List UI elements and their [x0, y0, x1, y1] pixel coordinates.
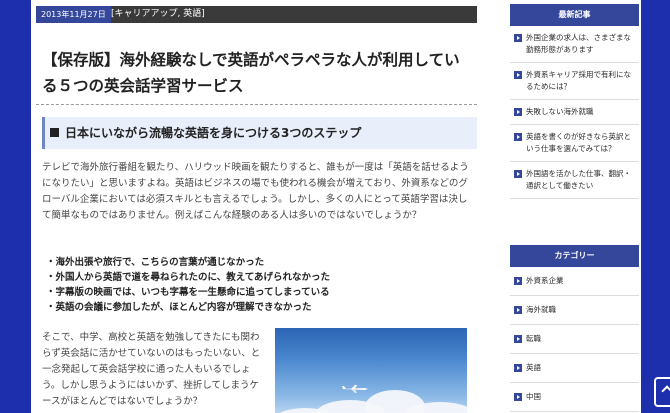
airplane-icon [342, 385, 368, 393]
scroll-to-top-button[interactable] [654, 377, 670, 407]
categories-list: 外資系企業 海外就職 転職 英語 中国 [510, 267, 639, 412]
recent-post-link[interactable]: 外資系キャリア採用で有利になるためには？ [526, 70, 631, 91]
category-item[interactable]: 転職 [510, 325, 639, 354]
square-bullet-icon [50, 128, 59, 137]
arrow-right-icon [514, 277, 522, 285]
recent-post-item[interactable]: 外国企業の求人は、さまざまな勤務形態があります [510, 26, 639, 63]
recent-post-item[interactable]: 外資系キャリア採用で有利になるためには？ [510, 63, 639, 100]
recent-post-link[interactable]: 英語を書くのが好きなら英訳という仕事を選んでみては？ [526, 132, 631, 153]
title-divider [36, 104, 477, 105]
arrow-right-icon [514, 34, 522, 42]
category-link[interactable]: 外資系企業 [526, 276, 564, 285]
main-column: 2013年11月27日 [キャリアアップ, 英語] 【保存版】海外経験なしで英語… [36, 0, 477, 413]
arrow-right-icon [514, 393, 522, 401]
categories-title: カテゴリー [510, 245, 639, 267]
recent-posts-title: 最新記事 [510, 4, 639, 26]
list-item: ・英語の会議に参加したが、ほとんど内容が理解できなかった [46, 302, 312, 313]
post-date: 2013年11月27日 [36, 6, 111, 23]
list-item: ・字幕版の映画では、いつも字幕を一生懸命に追ってしまっている [46, 287, 330, 298]
recent-post-item[interactable]: 失敗しない海外就職 [510, 100, 639, 125]
arrow-right-icon [514, 306, 522, 314]
category-link[interactable]: 英語 [526, 363, 541, 372]
arrow-right-icon [514, 133, 522, 141]
recent-post-link[interactable]: 外国企業の求人は、さまざまな勤務形態があります [526, 33, 631, 54]
recent-post-item[interactable]: 外国語を活かした仕事、翻訳・通訳として働きたい [510, 162, 639, 199]
category-item[interactable]: 海外就職 [510, 296, 639, 325]
post-categories[interactable]: [キャリアアップ, 英語] [111, 6, 205, 23]
recent-posts-widget: 最新記事 外国企業の求人は、さまざまな勤務形態があります 外資系キャリア採用で有… [510, 4, 639, 199]
category-link[interactable]: 海外就職 [526, 305, 556, 314]
page-container: 2013年11月27日 [キャリアアップ, 英語] 【保存版】海外経験なしで英語… [31, 0, 641, 413]
section-heading-text: 日本にいながら流暢な英語を身につける3つのステップ [65, 126, 362, 140]
recent-post-link[interactable]: 外国語を活かした仕事、翻訳・通訳として働きたい [526, 169, 631, 190]
experience-list: ・海外出張や旅行で、こちらの言葉が通じなかった ・外国人から英語で道を尋ねられた… [46, 255, 476, 315]
recent-posts-list: 外国企業の求人は、さまざまな勤務形態があります 外資系キャリア採用で有利になるた… [510, 26, 639, 199]
category-item[interactable]: 中国 [510, 383, 639, 412]
arrow-right-icon [514, 108, 522, 116]
list-item: ・外国人から英語で道を尋ねられたのに、教えてあげられなかった [46, 272, 330, 283]
arrow-right-icon [514, 364, 522, 372]
category-item[interactable]: 英語 [510, 354, 639, 383]
category-link[interactable]: 中国 [526, 392, 541, 401]
list-item: ・海外出張や旅行で、こちらの言葉が通じなかった [46, 257, 265, 268]
sky-airplane-photo [275, 328, 467, 413]
category-item[interactable]: 外資系企業 [510, 267, 639, 296]
arrow-right-icon [514, 170, 522, 178]
section-heading: 日本にいながら流暢な英語を身につける3つのステップ [42, 117, 477, 149]
intro-paragraph: テレビで海外旅行番組を観たり、ハリウッド映画を観たりすると、誰もが一度は「英語を… [42, 162, 469, 221]
post-title: 【保存版】海外経験なしで英語がペラペラな人が利用している５つの英会話学習サービス [42, 51, 460, 95]
categories-widget: カテゴリー 外資系企業 海外就職 転職 英語 中国 [510, 245, 639, 412]
recent-post-item[interactable]: 英語を書くのが好きなら英訳という仕事を選んでみては？ [510, 125, 639, 162]
category-link[interactable]: 転職 [526, 334, 541, 343]
recent-post-link[interactable]: 失敗しない海外就職 [526, 107, 594, 116]
arrow-right-icon [514, 71, 522, 79]
body-paragraph: そこで、中学、高校と英語を勉強してきたにも関わらず英会話に活かせていないのはもっ… [42, 332, 261, 407]
post-meta-bar: 2013年11月27日 [キャリアアップ, 英語] [36, 6, 477, 23]
arrow-right-icon [514, 335, 522, 343]
